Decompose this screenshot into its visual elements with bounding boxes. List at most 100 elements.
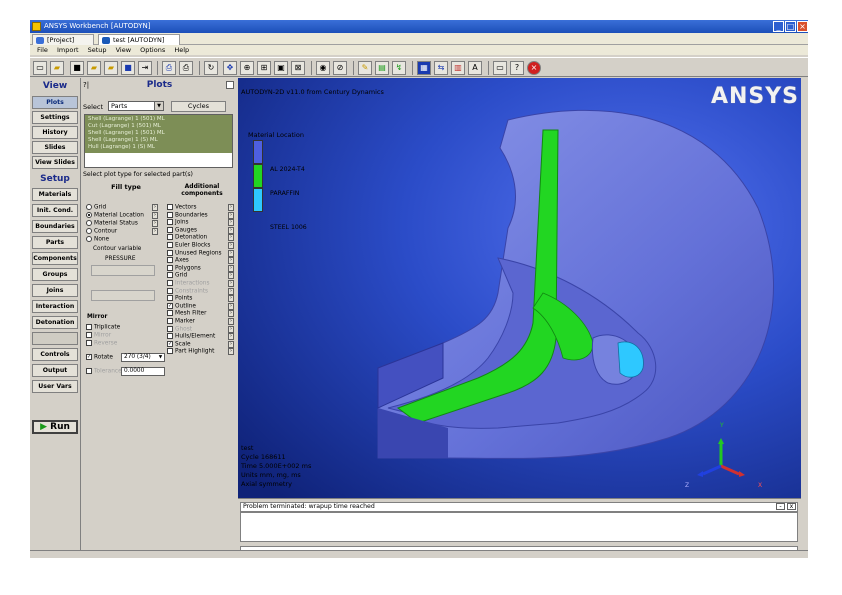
component-checkbox[interactable] bbox=[167, 295, 173, 302]
fill-type-contour[interactable]: Contour bbox=[86, 228, 117, 236]
component-options-button[interactable]: › bbox=[228, 340, 234, 348]
radio-none[interactable] bbox=[86, 236, 92, 242]
list-item[interactable]: Shell (Lagrange) 1 (S) ML bbox=[88, 137, 229, 144]
nav-view-slides[interactable]: View Slides bbox=[32, 156, 78, 169]
list-item[interactable]: Shell (Lagrange) 1 (501) ML bbox=[88, 130, 229, 137]
component-options-button[interactable]: › bbox=[228, 325, 234, 333]
grid-options-button[interactable]: › bbox=[152, 204, 158, 211]
component-option[interactable]: Mesh Filter bbox=[167, 310, 206, 318]
component-options-button[interactable]: › bbox=[228, 348, 234, 356]
fit-view-icon[interactable]: ⊠ bbox=[291, 61, 305, 75]
menu-options[interactable]: Options bbox=[140, 46, 165, 54]
nav-joins[interactable]: Joins bbox=[32, 284, 78, 297]
message-close-button[interactable]: x bbox=[787, 503, 796, 510]
component-option[interactable]: Detonation bbox=[167, 234, 207, 242]
fill-type-material-status[interactable]: Material Status bbox=[86, 220, 138, 228]
component-checkbox[interactable] bbox=[167, 257, 173, 264]
radio-contour[interactable] bbox=[86, 228, 92, 234]
component-options-button[interactable]: › bbox=[228, 211, 234, 219]
radio-grid[interactable] bbox=[86, 204, 92, 210]
list-item[interactable]: Shell (Lagrange) 1 (501) ML bbox=[88, 116, 229, 123]
component-options-button[interactable]: › bbox=[228, 287, 234, 295]
checkbox-mirror[interactable] bbox=[86, 332, 92, 338]
list-item[interactable]: Hull (Lagrange) 1 (S) ML bbox=[88, 144, 229, 151]
contour-variable-button[interactable] bbox=[91, 265, 155, 276]
radio-material-location[interactable] bbox=[86, 212, 92, 218]
chevron-down-icon[interactable]: ▼ bbox=[154, 102, 163, 110]
folder-icon[interactable]: ▰ bbox=[87, 61, 101, 75]
tab-autodyn[interactable]: test [AUTODYN] × bbox=[98, 34, 180, 55]
zoom-icon[interactable]: ⊕ bbox=[240, 61, 254, 75]
component-option[interactable]: Euler Blocks bbox=[167, 242, 210, 250]
probe-icon[interactable]: ✎ bbox=[358, 61, 372, 75]
component-options-button[interactable]: › bbox=[228, 234, 234, 242]
component-options-button[interactable]: › bbox=[228, 280, 234, 287]
stop-icon[interactable]: × bbox=[527, 61, 541, 75]
component-option[interactable]: Points bbox=[167, 295, 192, 303]
component-option[interactable]: Interactions bbox=[167, 280, 209, 288]
component-checkbox[interactable] bbox=[167, 204, 173, 210]
component-checkbox[interactable] bbox=[167, 234, 173, 241]
tolerance-option[interactable]: Tolerance bbox=[86, 368, 122, 376]
component-checkbox[interactable] bbox=[167, 310, 173, 317]
component-options-button[interactable]: › bbox=[228, 226, 234, 234]
chevron-down-icon[interactable]: ▼ bbox=[157, 354, 164, 361]
component-options-button[interactable]: › bbox=[228, 242, 234, 249]
zoom-in-icon[interactable]: ⊞ bbox=[257, 61, 271, 75]
menu-help[interactable]: Help bbox=[174, 46, 189, 54]
menu-import[interactable]: Import bbox=[57, 46, 79, 54]
component-options-button[interactable]: › bbox=[228, 249, 234, 257]
component-options-button[interactable]: › bbox=[228, 302, 234, 310]
nav-interaction[interactable]: Interaction bbox=[32, 300, 78, 313]
component-checkbox[interactable] bbox=[167, 242, 173, 248]
component-option[interactable]: Polygons bbox=[167, 264, 201, 273]
radio-material-status[interactable] bbox=[86, 220, 92, 226]
contour-settings-button[interactable] bbox=[91, 290, 155, 301]
material-status-options-button[interactable]: › bbox=[152, 220, 158, 227]
nav-detonation[interactable]: Detonation bbox=[32, 316, 78, 329]
component-checkbox[interactable] bbox=[167, 264, 173, 271]
nav-settings[interactable]: Settings bbox=[32, 111, 78, 124]
save-icon[interactable]: ■ bbox=[70, 61, 84, 75]
minimize-button[interactable]: _ bbox=[773, 21, 784, 32]
checkbox-triplicate[interactable] bbox=[86, 324, 92, 330]
nav-materials[interactable]: Materials bbox=[32, 188, 78, 201]
material-location-options-button[interactable]: › bbox=[152, 212, 158, 219]
component-checkbox[interactable] bbox=[167, 249, 173, 256]
close-button[interactable]: × bbox=[797, 21, 808, 32]
nav-controls[interactable]: Controls bbox=[32, 348, 78, 361]
tab-project[interactable]: [Project] bbox=[32, 34, 94, 45]
graphics-viewport[interactable]: Y X Z AUTODYN-2D v11.0 from Century Dyna… bbox=[238, 78, 801, 498]
component-option[interactable]: Grid bbox=[167, 272, 187, 280]
component-option[interactable]: Hulls/Element bbox=[167, 333, 215, 341]
nav-plots[interactable]: Plots bbox=[32, 96, 78, 109]
camera-icon[interactable]: ◉ bbox=[316, 61, 330, 75]
list-item[interactable]: Cut (Lagrange) 1 (501) ML bbox=[88, 123, 229, 130]
nav-history[interactable]: History bbox=[32, 126, 78, 139]
component-checkbox[interactable]: ✓ bbox=[167, 302, 173, 309]
import-icon[interactable]: ⇥ bbox=[138, 61, 152, 75]
mirror-triplicate[interactable]: Triplicate bbox=[86, 324, 120, 332]
link-icon[interactable]: ⇆ bbox=[434, 61, 448, 75]
component-checkbox[interactable] bbox=[167, 325, 173, 332]
component-options-button[interactable]: › bbox=[228, 318, 234, 325]
rotate-view-icon[interactable]: ↻ bbox=[204, 61, 218, 75]
component-checkbox[interactable] bbox=[167, 318, 173, 324]
nav-parts[interactable]: Parts bbox=[32, 236, 78, 249]
fill-type-none[interactable]: None bbox=[86, 236, 109, 244]
rotate-dropdown[interactable]: 270 (3/4) ▼ bbox=[121, 353, 165, 362]
component-options-button[interactable]: › bbox=[228, 295, 234, 303]
cycles-button[interactable]: Cycles bbox=[171, 101, 226, 112]
nav-output[interactable]: Output bbox=[32, 364, 78, 377]
ortho-view-icon[interactable]: ▦ bbox=[417, 61, 431, 75]
text-icon[interactable]: A bbox=[468, 61, 482, 75]
maximize-button[interactable]: □ bbox=[785, 21, 796, 32]
component-checkbox[interactable] bbox=[167, 226, 173, 233]
component-options-button[interactable]: › bbox=[228, 204, 234, 211]
component-checkbox[interactable] bbox=[167, 333, 173, 340]
rotate-option[interactable]: ✓ Rotate bbox=[86, 354, 113, 362]
nav-groups[interactable]: Groups bbox=[32, 268, 78, 281]
component-checkbox[interactable] bbox=[167, 211, 173, 218]
disk-icon[interactable]: ■ bbox=[121, 61, 135, 75]
component-option[interactable]: Axes bbox=[167, 257, 189, 265]
